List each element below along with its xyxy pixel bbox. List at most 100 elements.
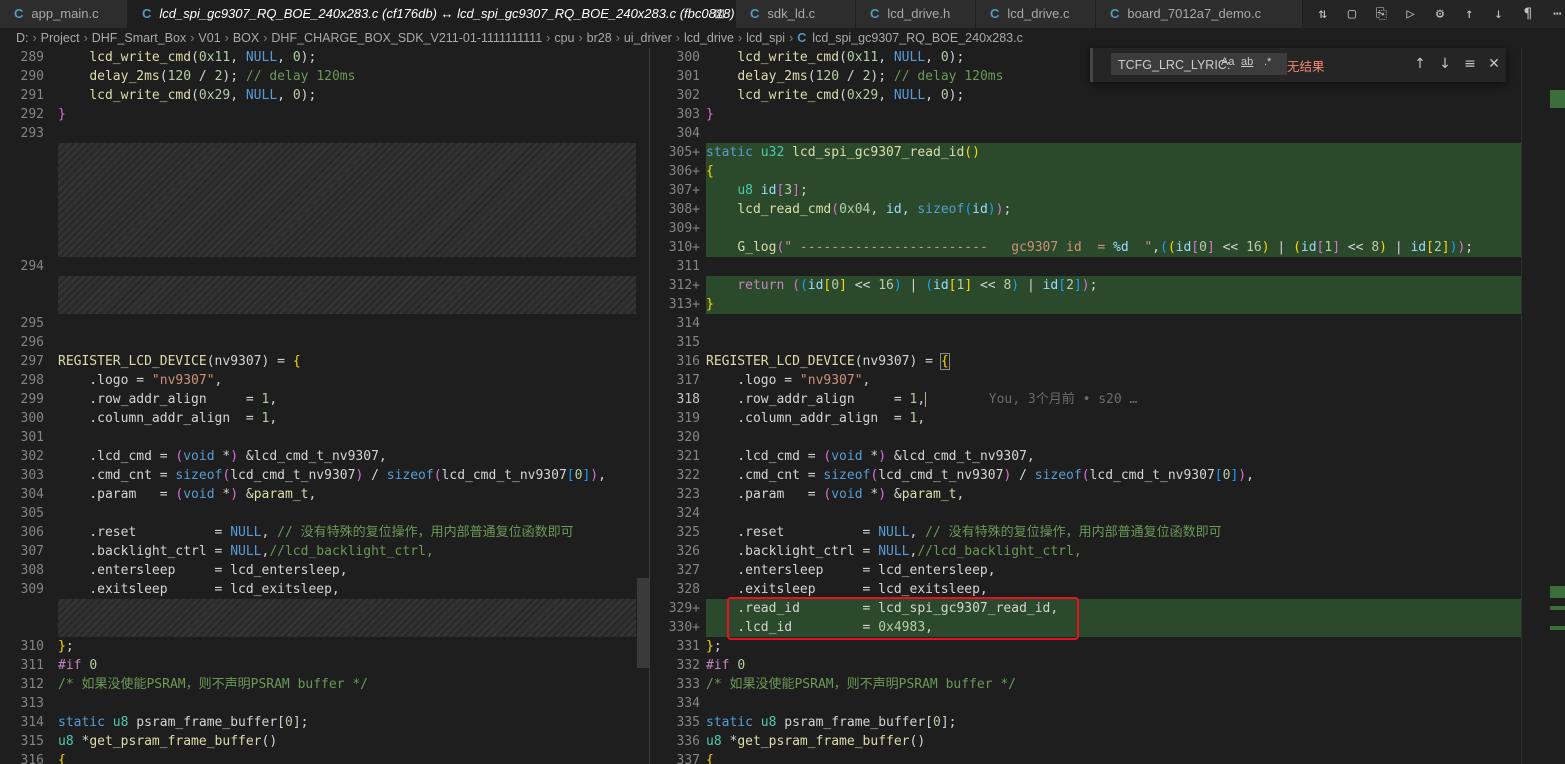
code-line: lcd_write_cmd(0x11, NULL, 0); [737,50,965,65]
open-changes-icon[interactable]: ⎘ [1374,6,1389,22]
code-line: static u8 psram_frame_buffer[0]; [706,715,957,730]
line-number: 309+ [668,221,700,236]
match-case-toggle[interactable]: Aa [1221,56,1234,68]
code-line: .backlight_ctrl = NULL,//lcd_backlight_c… [706,544,1082,559]
code-line: #if 0 [58,658,98,673]
line-number: 295 [20,316,44,331]
tab-lcd-drive-h[interactable]: Clcd_drive.h [856,0,976,28]
code-line: return ((id[0] << 16) | (id[1] << 8) | i… [737,278,1098,293]
breadcrumb-item[interactable]: cpu [554,31,574,45]
line-number: 331 [676,639,700,654]
diff-original-pane[interactable]: 289 lcd_write_cmd(0x11, NULL, 0); 290 de… [0,48,650,764]
code-line: .column_addr_align = 1, [706,411,926,426]
code-line: REGISTER_LCD_DEVICE(nv9307) = { [706,353,950,370]
breadcrumb-item[interactable]: Project [41,31,80,45]
find-input[interactable]: TCFG_LRC_LYRIC: [1111,53,1287,75]
code-line: .cmd_cnt = sizeof(lcd_cmd_t_nv9307) / si… [58,468,606,483]
line-number: 296 [20,335,44,350]
tab-label: lcd_spi_gc9307_RQ_BOE_240x283.c (cf176db… [159,6,735,21]
line-number: 309 [20,582,44,597]
line-number: 304 [20,487,44,502]
c-file-icon: C [750,6,760,21]
scrollbar-thumb[interactable] [637,578,649,668]
code-line: } [706,107,714,122]
line-number: 329+ [668,601,700,616]
breadcrumb-item[interactable]: BOX [233,31,259,45]
c-file-icon: C [142,6,152,21]
code-line: u8 *get_psram_frame_buffer() [706,734,926,749]
code-line: { [58,753,66,764]
tab-diff-gc9307[interactable]: Clcd_spi_gc9307_RQ_BOE_240x283.c (cf176d… [128,0,736,28]
code-line: .logo = "nv9307", [58,373,223,388]
minimap-added-marker [1550,586,1565,598]
settings-icon[interactable]: ⚙ [1432,6,1447,22]
c-file-icon: C [797,31,807,45]
line-number: 297 [20,354,44,369]
previous-match-icon[interactable]: ↑ [1411,54,1429,74]
breadcrumb-item[interactable]: lcd_spi [746,31,785,45]
tab-board-demo[interactable]: Cboard_7012a7_demo.c [1096,0,1303,28]
tab-label: lcd_drive.h [887,6,951,21]
breadcrumb-item[interactable]: lcd_drive [684,31,734,45]
code-line: } [706,297,714,312]
line-number: 320 [676,430,700,445]
breadcrumb-item[interactable]: DHF_CHARGE_BOX_SDK_V211-01-1111111111 [271,31,542,45]
line-number: 313 [20,696,44,711]
tab-lcd-drive-c[interactable]: Clcd_drive.c [976,0,1096,28]
close-icon[interactable]: ✕ [1485,54,1503,74]
diff-placeholder-hatch [58,276,648,314]
line-number: 308 [20,563,44,578]
next-change-icon[interactable]: ↓ [1491,6,1506,22]
close-icon[interactable]: ⊠ [714,0,725,28]
tab-bar: Capp_main.c Clcd_spi_gc9307_RQ_BOE_240x2… [0,0,1565,28]
diff-modified-pane[interactable]: 300 lcd_write_cmd(0x11, NULL, 0); 301 de… [650,48,1550,764]
line-number: 335 [676,715,700,730]
breadcrumb: D: › Project › DHF_Smart_Box › V01 › BOX › DHF_CHA… [16,31,1023,45]
line-number: 332 [676,658,700,673]
line-number: 310 [20,639,44,654]
previous-change-icon[interactable]: ↑ [1462,6,1477,22]
diff-divider[interactable] [636,48,650,764]
open-file-icon[interactable]: ▢ [1344,6,1359,22]
breadcrumb-item[interactable]: V01 [198,31,220,45]
tab-label: sdk_ld.c [767,6,816,21]
breadcrumb-item[interactable]: ui_driver [624,31,672,45]
line-number: 315 [676,335,700,350]
breadcrumb-item[interactable]: lcd_spi_gc9307_RQ_BOE_240x283.c [812,31,1023,45]
code-line: .exitsleep = lcd_exitsleep, [58,582,340,597]
regex-toggle[interactable]: .* [1264,56,1271,68]
line-number: 302 [676,88,700,103]
annotation-highlight-box [727,597,1079,640]
overview-ruler[interactable] [1521,48,1565,764]
line-number: 322 [676,468,700,483]
code-line: .param = (void *) &param_t, [706,487,965,502]
code-line: }; [58,639,74,654]
whitespace-icon[interactable]: ¶ [1520,6,1535,22]
code-line: u8 *get_psram_frame_buffer() [58,734,278,749]
find-widget: TCFG_LRC_LYRIC: Aa ab .* 无结果 ↑ ↓ ≡ ✕ [1090,48,1506,82]
tab-sdk-ld[interactable]: Csdk_ld.c [736,0,856,28]
code-line: .lcd_cmd = (void *) &lcd_cmd_t_nv9307, [706,449,1035,464]
next-match-icon[interactable]: ↓ [1436,54,1454,74]
find-result-status: 无结果 [1287,60,1325,74]
git-compare-icon[interactable]: ⇅ [1315,6,1330,22]
tab-app-main[interactable]: Capp_main.c [0,0,128,28]
line-number: 312+ [668,278,700,293]
line-number: 324 [676,506,700,521]
breadcrumb-item[interactable]: br28 [587,31,612,45]
line-number: 325 [676,525,700,540]
run-icon[interactable]: ▷ [1403,6,1418,22]
more-actions-icon[interactable]: ⋯ [1550,6,1565,22]
line-number: 337 [676,753,700,764]
code-line: .lcd_cmd = (void *) &lcd_cmd_t_nv9307, [58,449,387,464]
line-number: 334 [676,696,700,711]
c-file-icon: C [990,6,1000,21]
line-number: 318 [676,392,700,407]
line-number: 327 [676,563,700,578]
whole-word-toggle[interactable]: ab [1241,56,1253,68]
breadcrumb-item[interactable]: DHF_Smart_Box [92,31,186,45]
line-number: 304 [676,126,700,141]
find-in-selection-icon[interactable]: ≡ [1461,54,1479,74]
line-number: 305 [20,506,44,521]
breadcrumb-item[interactable]: D: [16,31,29,45]
